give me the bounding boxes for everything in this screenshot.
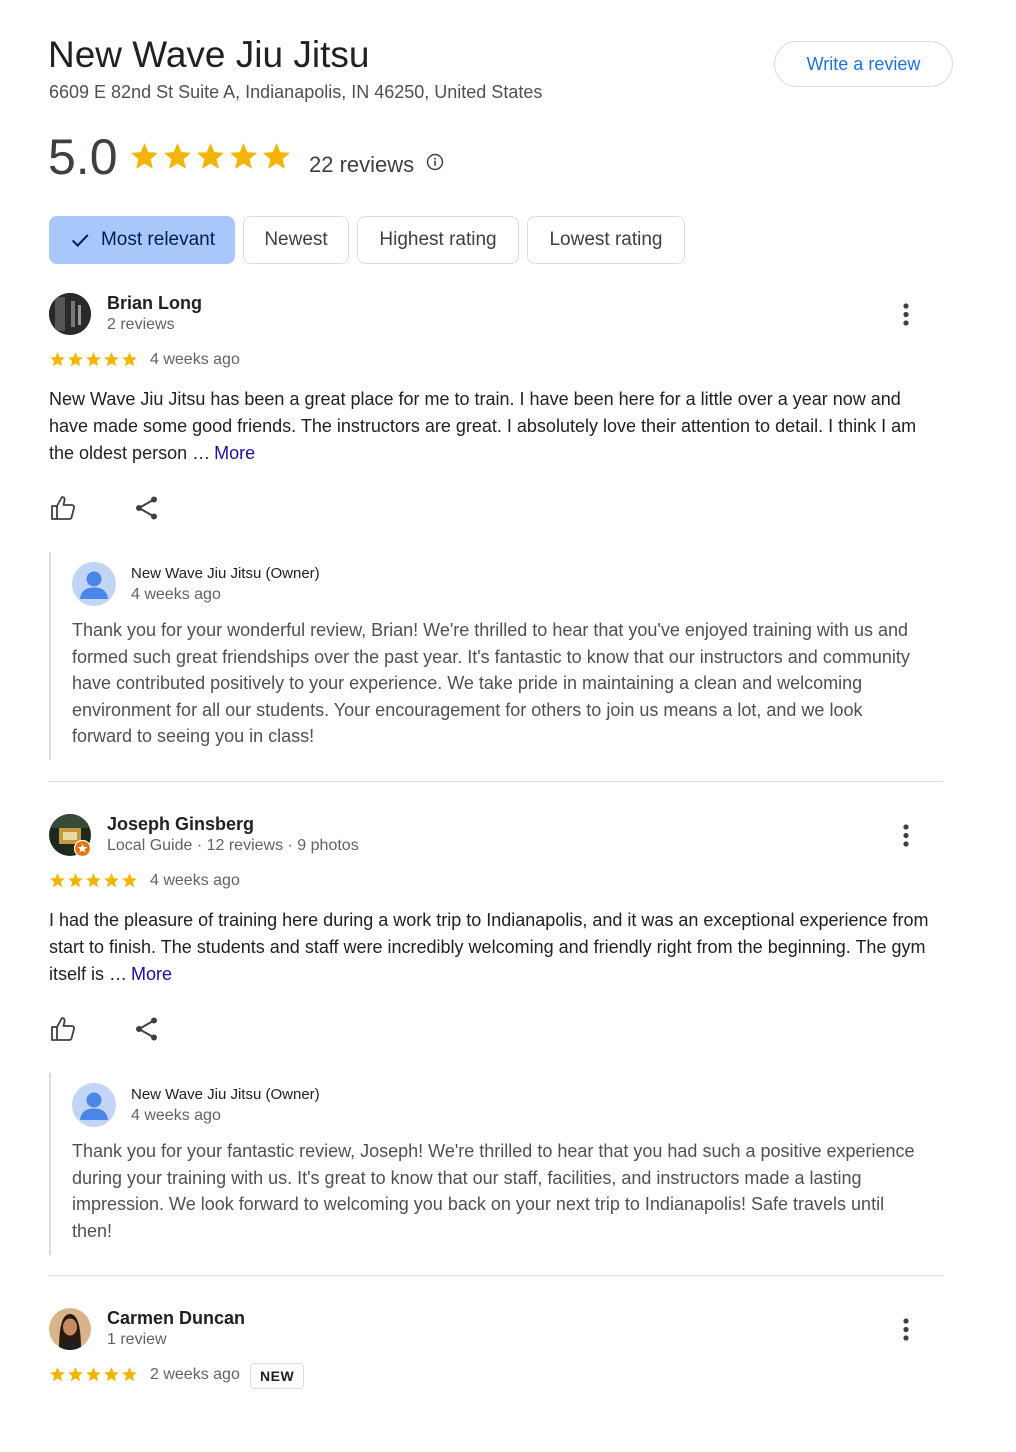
star-icon [68, 873, 83, 888]
review-text: New Wave Jiu Jitsu has been a great plac… [49, 386, 929, 467]
overall-rating: 5.0 [48, 129, 118, 185]
star-icon [104, 352, 119, 367]
sort-chip-label: Highest rating [379, 229, 497, 250]
review-time: 4 weeks ago [150, 872, 240, 889]
sort-chip-label: Lowest rating [549, 229, 663, 250]
avatar[interactable] [49, 293, 91, 335]
business-name: New Wave Jiu Jitsu [48, 34, 370, 75]
avatar[interactable] [49, 1308, 91, 1350]
star-icon [50, 352, 65, 367]
business-address: 6609 E 82nd St Suite A, Indianapolis, IN… [49, 82, 543, 102]
review-text: I had the pleasure of training here duri… [49, 907, 929, 988]
star-icon [164, 143, 191, 169]
star-icon [131, 143, 158, 169]
more-link[interactable]: More [131, 964, 172, 984]
sort-chip-most-relevant[interactable]: Most relevant [49, 216, 235, 264]
reviewer-meta: Local Guide · 12 reviews · 9 photos [107, 837, 359, 854]
star-icon [86, 1367, 101, 1382]
review-rating-stars [49, 351, 138, 369]
owner-reply-name: New Wave Jiu Jitsu (Owner) [131, 565, 320, 582]
info-icon[interactable] [426, 153, 444, 171]
sort-chip-label: Newest [264, 229, 328, 250]
star-icon [104, 873, 119, 888]
owner-reply-text: Thank you for your fantastic review, Jos… [72, 1141, 915, 1241]
owner-reply-time: 4 weeks ago [131, 586, 221, 603]
star-icon [122, 873, 137, 888]
star-icon [68, 352, 83, 367]
more-options-icon[interactable] [898, 1316, 914, 1344]
star-icon [230, 143, 257, 169]
owner-reply-divider [49, 552, 51, 760]
thumbs-up-icon[interactable] [49, 494, 77, 522]
check-icon [71, 234, 89, 247]
reviewer-name[interactable]: Brian Long [107, 293, 202, 314]
review-time: 4 weeks ago [150, 351, 240, 368]
reviewer-name[interactable]: Carmen Duncan [107, 1308, 245, 1329]
owner-avatar [72, 1083, 116, 1127]
share-icon[interactable] [133, 1015, 161, 1043]
star-icon [86, 873, 101, 888]
owner-avatar [72, 562, 116, 606]
reviewer-meta: 1 review [107, 1331, 167, 1348]
local-guide-badge-icon [74, 840, 91, 857]
owner-reply-divider [49, 1073, 51, 1255]
sort-chip-highest-rating[interactable]: Highest rating [357, 216, 519, 264]
star-icon [122, 1367, 137, 1382]
star-icon [50, 873, 65, 888]
write-review-button[interactable]: Write a review [774, 41, 953, 87]
sort-chip-lowest-rating[interactable]: Lowest rating [527, 216, 685, 264]
review-body: I had the pleasure of training here duri… [49, 910, 929, 984]
new-badge: NEW [250, 1363, 305, 1389]
sort-chip-newest[interactable]: Newest [243, 216, 349, 264]
more-options-icon[interactable] [898, 301, 914, 329]
owner-reply-text: Thank you for your wonderful review, Bri… [72, 620, 910, 747]
overall-rating-stars [129, 141, 292, 177]
star-icon [122, 352, 137, 367]
share-icon[interactable] [133, 494, 161, 522]
star-icon [197, 143, 224, 169]
star-icon [50, 1367, 65, 1382]
review-divider [48, 781, 943, 782]
review-time: 2 weeks ago [150, 1366, 240, 1383]
star-icon [86, 352, 101, 367]
reviews-count: 22 reviews [309, 152, 415, 177]
thumbs-up-icon[interactable] [49, 1015, 77, 1043]
review-body: New Wave Jiu Jitsu has been a great plac… [49, 389, 917, 463]
more-options-icon[interactable] [898, 822, 914, 850]
review-rating-stars [49, 1366, 138, 1384]
owner-reply-name: New Wave Jiu Jitsu (Owner) [131, 1086, 320, 1103]
sort-chip-label: Most relevant [100, 229, 216, 250]
star-icon [68, 1367, 83, 1382]
reviewer-name[interactable]: Joseph Ginsberg [107, 814, 254, 835]
more-link[interactable]: More [214, 443, 255, 463]
reviewer-meta: 2 reviews [107, 316, 175, 333]
star-icon [263, 143, 290, 169]
review-rating-stars [49, 872, 138, 890]
star-icon [104, 1367, 119, 1382]
review-divider [48, 1275, 943, 1276]
owner-reply-time: 4 weeks ago [131, 1107, 221, 1124]
